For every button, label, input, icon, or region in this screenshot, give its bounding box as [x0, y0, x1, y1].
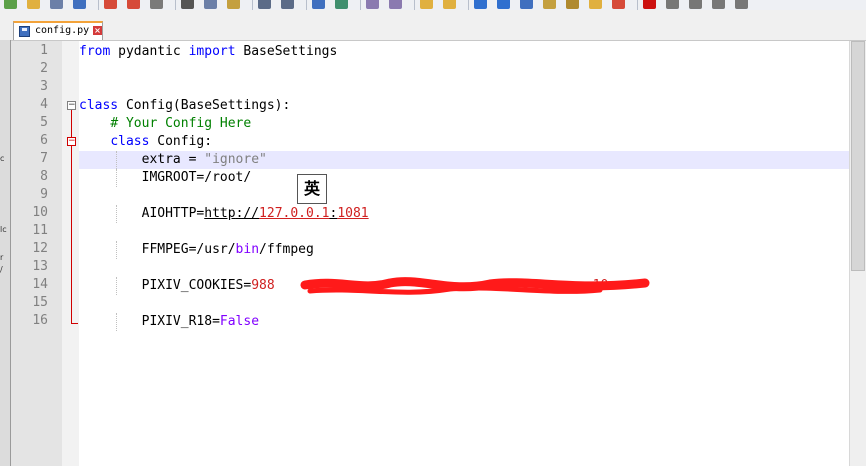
line-number: 3 — [40, 79, 48, 94]
doc-map-icon[interactable] — [543, 0, 556, 9]
line-number: 4 — [40, 97, 48, 112]
line-number: 8 — [40, 169, 48, 184]
toolbar — [0, 0, 866, 10]
stop-macro-icon[interactable] — [666, 0, 679, 9]
toolbar-separator — [175, 0, 176, 10]
redo-icon[interactable] — [281, 0, 294, 9]
code-line-6: class Config: — [110, 134, 213, 149]
tab-config-py[interactable]: config.py × — [13, 21, 103, 40]
left-edge-char: lc — [0, 225, 7, 234]
play-macro-icon[interactable] — [689, 0, 702, 9]
folder-workspace-icon[interactable] — [589, 0, 602, 9]
tab-bar: config.py × — [0, 10, 866, 41]
toolbar-separator — [252, 0, 253, 10]
fold-toggle-icon[interactable]: − — [67, 137, 76, 146]
line-number: 16 — [32, 313, 48, 328]
code-line-7-current: extra = "ignore" — [79, 151, 849, 169]
save-icon[interactable] — [50, 0, 63, 9]
line-number: 2 — [40, 61, 48, 76]
toolbar-separator — [98, 0, 99, 10]
all-chars-icon[interactable] — [497, 0, 510, 9]
word-wrap-icon[interactable] — [474, 0, 487, 9]
run-macro-icon[interactable] — [712, 0, 725, 9]
function-list-icon[interactable] — [566, 0, 579, 9]
zoom-out-icon[interactable] — [389, 0, 402, 9]
line-number: 9 — [40, 187, 48, 202]
code-editor[interactable]: from pydantic import BaseSettings class … — [79, 41, 849, 466]
left-edge-char: c — [0, 154, 5, 163]
close-icon[interactable] — [104, 0, 117, 9]
ime-language-indicator: 英 — [297, 174, 327, 204]
code-line-8: IMGROOT=/root/ — [79, 169, 849, 187]
sync-v-icon[interactable] — [420, 0, 433, 9]
line-number: 15 — [32, 295, 48, 310]
copy-icon[interactable] — [204, 0, 217, 9]
indent-guide-icon[interactable] — [520, 0, 533, 9]
line-number-gutter[interactable]: 1 2 3 4 5 6 7 8 9 10 11 12 13 14 15 16 — [11, 41, 62, 466]
code-line-16: PIXIV_R18=False — [79, 313, 849, 331]
left-edge-char: r — [0, 253, 4, 262]
vertical-scrollbar[interactable] — [849, 41, 866, 466]
left-edge-char: / — [0, 265, 3, 274]
monitor-icon[interactable] — [612, 0, 625, 9]
line-number: 10 — [32, 205, 48, 220]
fold-toggle-icon[interactable]: − — [67, 101, 76, 110]
line-number: 11 — [32, 223, 48, 238]
save-all-icon[interactable] — [73, 0, 86, 9]
paste-icon[interactable] — [227, 0, 240, 9]
undo-icon[interactable] — [258, 0, 271, 9]
save-macro-icon[interactable] — [735, 0, 748, 9]
redaction-scribble — [300, 277, 650, 295]
scrollbar-thumb[interactable] — [851, 41, 865, 271]
print-icon[interactable] — [150, 0, 163, 9]
fold-end-marker — [71, 323, 78, 324]
toolbar-separator — [468, 0, 469, 10]
line-number: 1 — [40, 43, 48, 58]
fold-range-line — [71, 110, 72, 137]
line-number: 7 — [40, 151, 48, 166]
close-all-icon[interactable] — [127, 0, 140, 9]
replace-icon[interactable] — [335, 0, 348, 9]
record-macro-icon[interactable] — [643, 0, 656, 9]
code-line-1: from pydantic import BaseSettings — [79, 44, 338, 59]
toolbar-separator — [637, 0, 638, 10]
code-line-10: AIOHTTP=http://127.0.0.1:1081 — [79, 205, 849, 223]
find-icon[interactable] — [312, 0, 325, 9]
sync-h-icon[interactable] — [443, 0, 456, 9]
toolbar-separator — [414, 0, 415, 10]
line-number: 6 — [40, 133, 48, 148]
line-number: 12 — [32, 241, 48, 256]
zoom-in-icon[interactable] — [366, 0, 379, 9]
line-number: 5 — [40, 115, 48, 130]
line-number: 13 — [32, 259, 48, 274]
fold-range-line — [71, 146, 72, 323]
saved-file-icon — [19, 26, 30, 37]
cut-icon[interactable] — [181, 0, 194, 9]
code-line-4: class Config(BaseSettings): — [79, 98, 291, 113]
line-number: 14 — [32, 277, 48, 292]
code-line-12: FFMPEG=/usr/bin/ffmpeg — [79, 241, 849, 259]
open-file-icon[interactable] — [27, 0, 40, 9]
close-tab-icon[interactable]: × — [93, 26, 102, 35]
toolbar-separator — [306, 0, 307, 10]
toolbar-separator — [360, 0, 361, 10]
new-file-icon[interactable] — [4, 0, 17, 9]
code-line-5: # Your Config Here — [110, 116, 252, 131]
tab-label: config.py — [35, 25, 90, 36]
